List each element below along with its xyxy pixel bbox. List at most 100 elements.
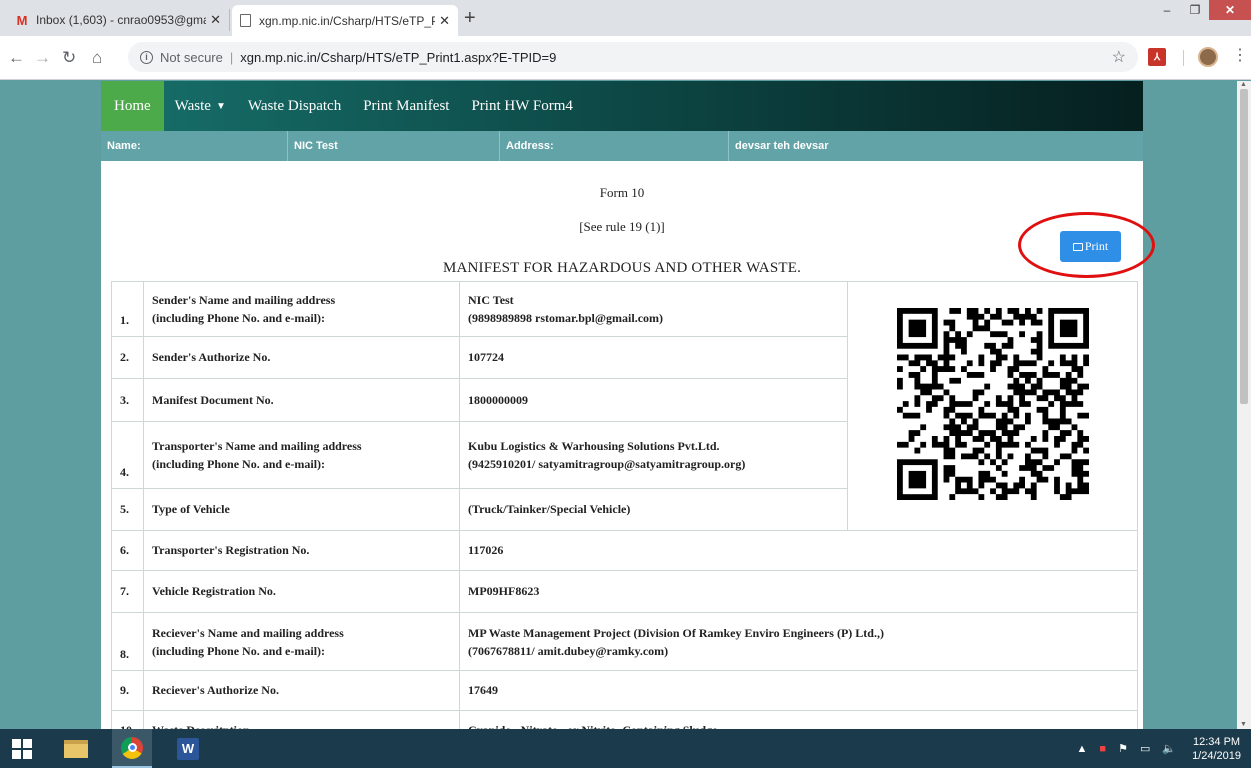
- scrollbar-thumb[interactable]: [1240, 89, 1248, 404]
- nav-print-hw-form4[interactable]: Print HW Form4: [460, 81, 583, 131]
- row-value: 1800000009: [459, 378, 848, 422]
- label-line: Reciever's Name and mailing address: [152, 625, 344, 640]
- nav-waste-dispatch[interactable]: Waste Dispatch: [237, 81, 352, 131]
- nav-home[interactable]: Home: [101, 81, 164, 131]
- menu-kebab-icon[interactable]: ⋮: [1232, 48, 1248, 64]
- row-label: Manifest Document No.: [143, 378, 460, 422]
- value-line: NIC Test: [468, 293, 514, 307]
- row-number: 1.: [111, 281, 144, 337]
- main-navbar: Home Waste ▼ Waste Dispatch Print Manifes…: [101, 81, 1143, 131]
- row-number: 2.: [111, 336, 144, 379]
- windows-start-icon[interactable]: [10, 729, 34, 768]
- row-value: Kubu Logistics & Warhousing Solutions Pv…: [459, 421, 848, 489]
- form-header: Form 10 [See rule 19 (1)] MANIFEST FOR H…: [101, 161, 1155, 280]
- minimize-icon[interactable]: –: [1153, 0, 1181, 20]
- row-value: 117026: [459, 530, 1138, 571]
- clock-time: 12:34 PM: [1192, 735, 1241, 748]
- new-tab-button[interactable]: +: [464, 8, 476, 28]
- nav-waste-dropdown[interactable]: Waste ▼: [164, 81, 237, 131]
- flag-icon[interactable]: ⚑: [1118, 742, 1128, 755]
- bookmark-star-icon[interactable]: ☆: [1112, 47, 1126, 67]
- close-tab-icon[interactable]: ✕: [210, 12, 221, 28]
- back-arrow-icon[interactable]: ←: [8, 49, 25, 66]
- value-line: Kubu Logistics & Warhousing Solutions Pv…: [468, 439, 720, 453]
- manifest-title: MANIFEST FOR HAZARDOUS AND OTHER WASTE.: [442, 260, 802, 276]
- form-number: Form 10: [599, 185, 645, 200]
- toolbar-divider: [1183, 50, 1184, 66]
- window-controls: – ❐ ✕: [1153, 0, 1251, 22]
- close-tab-icon[interactable]: ✕: [439, 13, 450, 29]
- row-number: 4.: [111, 421, 144, 489]
- page-scrollbar[interactable]: ▲ ▼: [1237, 81, 1251, 729]
- row-value: NIC Test (9898989898 rstomar.bpl@gmail.co…: [459, 281, 848, 337]
- tray-expand-icon[interactable]: ▲: [1077, 743, 1088, 755]
- page-icon: [240, 14, 251, 27]
- tab-gmail-inbox[interactable]: M Inbox (1,603) - cnrao0953@gma ✕: [6, 9, 230, 31]
- label-line: (including Phone No. and e-mail):: [152, 643, 326, 658]
- url-text: xgn.mp.nic.in/Csharp/HTS/eTP_Print1.aspx…: [240, 49, 557, 65]
- tab-title: Inbox (1,603) - cnrao0953@gma: [36, 13, 207, 27]
- row-value: MP Waste Management Project (Division Of…: [459, 612, 1138, 671]
- row-number: 6.: [111, 530, 144, 571]
- value-line: MP Waste Management Project (Division Of…: [468, 625, 884, 640]
- system-tray: ▲ ■ ⚑ ▭ 🔈 12:34 PM 1/24/2019: [1071, 729, 1251, 768]
- name-value: NIC Test: [288, 131, 500, 161]
- row-label: Transporter's Registration No.: [143, 530, 460, 571]
- row-label: Vehicle Registration No.: [143, 570, 460, 613]
- tray-app-icon[interactable]: ■: [1099, 743, 1106, 755]
- row-label: Type of Vehicle: [143, 488, 460, 531]
- address-divider: |: [229, 49, 234, 65]
- chrome-taskbar-icon[interactable]: [112, 729, 152, 768]
- name-label: Name:: [101, 131, 288, 161]
- tab-manifest-page[interactable]: xgn.mp.nic.in/Csharp/HTS/eTP_P ✕: [232, 5, 458, 36]
- maximize-icon[interactable]: ❐: [1181, 0, 1209, 20]
- browser-toolbar: ← → ↻ ⌂ i Not secure | xgn.mp.nic.in/Csh…: [0, 36, 1251, 80]
- label-line: Transporter's Name and mailing address: [152, 439, 362, 453]
- table-row: 8. Reciever's Name and mailing address (i…: [111, 612, 1138, 671]
- page-container: Home Waste ▼ Waste Dispatch Print Manifes…: [101, 81, 1155, 729]
- page-viewport: Home Waste ▼ Waste Dispatch Print Manifes…: [0, 81, 1251, 729]
- nav-print-manifest[interactable]: Print Manifest: [352, 81, 460, 131]
- row-number: 9.: [111, 670, 144, 711]
- scroll-up-icon[interactable]: ▲: [1240, 81, 1247, 88]
- scroll-down-icon[interactable]: ▼: [1240, 721, 1247, 728]
- address-value: devsar teh devsar: [735, 140, 829, 152]
- label-line: Sender's Name and mailing address: [152, 293, 336, 307]
- file-explorer-icon[interactable]: [60, 729, 92, 768]
- info-icon[interactable]: i: [140, 50, 153, 64]
- gmail-icon: M: [16, 12, 28, 28]
- browser-tab-strip: M Inbox (1,603) - cnrao0953@gma ✕ xgn.mp…: [0, 0, 1251, 36]
- security-status: Not secure: [160, 49, 223, 65]
- home-icon[interactable]: ⌂: [92, 49, 102, 66]
- qr-code-cell: [847, 281, 1138, 531]
- row-number: 5.: [111, 488, 144, 531]
- caret-down-icon: ▼: [215, 100, 226, 112]
- row-value: (Truck/Tainker/Special Vehicle): [459, 488, 848, 531]
- table-row: 10. Waste Descritption. Cyanide-, Nitrat…: [111, 710, 1138, 729]
- label-line: (including Phone No. and e-mail):: [152, 311, 326, 325]
- value-line: (9425910201/ satyamitragroup@satyamitrag…: [468, 457, 746, 471]
- nav-waste-label: Waste: [174, 97, 211, 114]
- reload-icon[interactable]: ↻: [62, 49, 76, 66]
- manifest-table: 1. Sender's Name and mailing address (inc…: [111, 281, 1138, 729]
- table-row: 6. Transporter's Registration No. 117026: [111, 530, 1138, 571]
- forward-arrow-icon[interactable]: →: [34, 49, 51, 66]
- pdf-extension-icon[interactable]: ⅄: [1148, 48, 1166, 66]
- row-number: 8.: [111, 612, 144, 671]
- close-window-icon[interactable]: ✕: [1209, 0, 1251, 20]
- volume-icon[interactable]: 🔈: [1162, 742, 1176, 755]
- windows-taskbar: W ▲ ■ ⚑ ▭ 🔈 12:34 PM 1/24/2019: [0, 729, 1251, 768]
- row-label: Waste Descritption.: [143, 710, 460, 729]
- network-icon[interactable]: ▭: [1140, 742, 1150, 755]
- system-clock[interactable]: 12:34 PM 1/24/2019: [1182, 735, 1251, 763]
- form-rule: [See rule 19 (1)]: [579, 219, 665, 234]
- label-line: (including Phone No. and e-mail):: [152, 457, 326, 471]
- row-label: Sender's Authorize No.: [143, 336, 460, 379]
- row-label: Reciever's Name and mailing address (incl…: [143, 612, 460, 671]
- value-line: (7067678811/ amit.dubey@ramky.com): [468, 643, 669, 658]
- row-label: Sender's Name and mailing address (includ…: [143, 281, 460, 337]
- address-bar[interactable]: i Not secure | xgn.mp.nic.in/Csharp/HTS/…: [128, 42, 1138, 72]
- profile-avatar[interactable]: [1198, 47, 1218, 67]
- print-button[interactable]: Print: [1060, 231, 1121, 262]
- word-taskbar-icon[interactable]: W: [168, 729, 208, 768]
